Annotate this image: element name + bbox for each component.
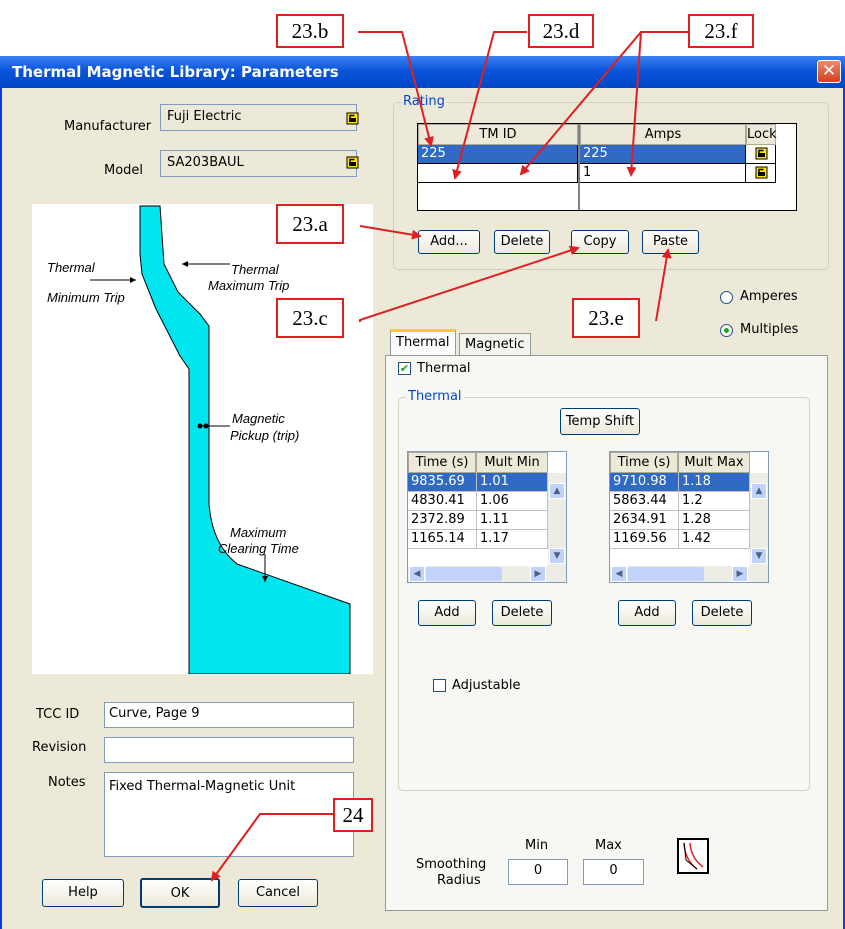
annotation-24: 24 xyxy=(333,798,373,832)
annotation-arrows xyxy=(210,31,689,882)
annotation-23d: 23.d xyxy=(528,14,594,48)
annotation-23a: 23.a xyxy=(276,204,344,244)
annotation-23e: 23.e xyxy=(572,298,640,338)
annotation-23c: 23.c xyxy=(276,298,344,338)
annotation-23b: 23.b xyxy=(276,14,344,48)
annotation-23f: 23.f xyxy=(688,14,754,48)
